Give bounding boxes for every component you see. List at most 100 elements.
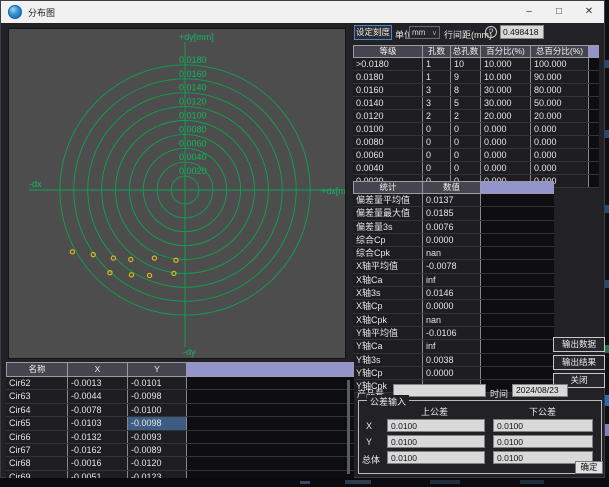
cell[interactable]: -0.0162 — [68, 444, 128, 456]
cell[interactable]: Cir62 — [6, 377, 68, 389]
cell[interactable]: 0.0140 — [353, 97, 423, 109]
table-row[interactable]: 0.0080000.0000.000 — [353, 136, 599, 149]
cell[interactable]: 0 — [423, 136, 451, 148]
table-row[interactable]: 0.01801910.00090.000 — [353, 71, 599, 84]
cell[interactable]: -0.0013 — [68, 377, 128, 389]
tolerance-y-lower-input[interactable] — [493, 435, 593, 448]
table-row[interactable]: Cir64-0.0078-0.0100 — [6, 404, 354, 417]
table-row[interactable]: Y轴Cp0.0000 — [353, 367, 554, 380]
cell[interactable]: 0.0000 — [423, 234, 481, 246]
cell[interactable]: 0.000 — [531, 123, 589, 135]
cell[interactable]: 0.000 — [531, 149, 589, 161]
cell[interactable]: X轴Ca — [353, 274, 423, 286]
cell[interactable]: 0 — [451, 123, 481, 135]
cell[interactable]: 0.000 — [481, 136, 531, 148]
table-row[interactable]: 0.01403530.00050.000 — [353, 97, 599, 110]
cell[interactable]: 10.000 — [481, 71, 531, 83]
table-row[interactable]: Cir67-0.0162-0.0089 — [6, 444, 354, 457]
table-row[interactable]: 偏差量3s0.0076 — [353, 221, 554, 234]
cell[interactable]: 0.0100 — [353, 123, 423, 135]
cell[interactable]: -0.0132 — [68, 431, 128, 443]
cell[interactable]: Cir68 — [6, 457, 68, 469]
cell[interactable]: 0 — [451, 149, 481, 161]
table-row[interactable]: 偏差量最大值0.0185 — [353, 207, 554, 220]
cell[interactable]: -0.0078 — [423, 260, 481, 272]
cell[interactable]: 0.0040 — [353, 162, 423, 174]
set-scale-button[interactable]: 设定刻度 — [354, 25, 392, 40]
confirm-button[interactable]: 确定 — [575, 461, 603, 474]
table-row[interactable]: 偏差量平均值0.0137 — [353, 194, 554, 207]
cell[interactable]: 0.0137 — [423, 194, 481, 206]
cell[interactable]: -0.0123 — [128, 471, 187, 478]
cell[interactable]: inf — [423, 340, 481, 352]
table-row[interactable]: X轴Cpknan — [353, 314, 554, 327]
cell[interactable]: 0.0146 — [423, 287, 481, 299]
cell[interactable]: Cir67 — [6, 444, 68, 456]
cell[interactable]: X轴Cpk — [353, 314, 423, 326]
cell[interactable]: 90.000 — [531, 71, 589, 83]
table-row[interactable]: Cir65-0.0103-0.0098 — [6, 417, 354, 430]
table-row[interactable]: X轴Cainf — [353, 274, 554, 287]
cell[interactable]: 0 — [423, 123, 451, 135]
cell[interactable]: 综合Cp — [353, 234, 423, 246]
points-table-scrollbar[interactable] — [347, 380, 350, 474]
cell[interactable]: 30.000 — [481, 84, 531, 96]
cell[interactable]: 50.000 — [531, 97, 589, 109]
help-icon[interactable]: ? — [485, 26, 497, 38]
cell[interactable]: 5 — [451, 97, 481, 109]
cell[interactable]: -0.0101 — [128, 377, 187, 389]
table-row[interactable]: >0.018011010.000100.000 — [353, 58, 599, 71]
cell[interactable]: -0.0044 — [68, 390, 128, 402]
cell[interactable]: 0.0180 — [353, 71, 423, 83]
cell[interactable]: Cir63 — [6, 390, 68, 402]
cell[interactable]: 综合Cpk — [353, 247, 423, 259]
cell[interactable]: X轴平均值 — [353, 260, 423, 272]
cell[interactable]: -0.0089 — [128, 444, 187, 456]
cell[interactable]: Cir66 — [6, 431, 68, 443]
cell[interactable]: Y轴3s — [353, 354, 423, 366]
tolerance-y-upper-input[interactable] — [387, 435, 485, 448]
cell[interactable]: 2 — [451, 110, 481, 122]
tolerance-total-upper-input[interactable] — [387, 451, 485, 464]
cell[interactable]: 0.000 — [531, 162, 589, 174]
cell[interactable]: Cir64 — [6, 404, 68, 416]
cell[interactable]: Cir65 — [6, 417, 68, 429]
cell[interactable]: 0.0000 — [423, 300, 481, 312]
cell[interactable]: 80.000 — [531, 84, 589, 96]
table-row[interactable]: Y轴3s0.0038 — [353, 354, 554, 367]
cell[interactable]: 偏差量平均值 — [353, 194, 423, 206]
maximize-button[interactable]: □ — [544, 1, 574, 23]
table-row[interactable]: X轴3s0.0146 — [353, 287, 554, 300]
cell[interactable]: Y轴平均值 — [353, 327, 423, 339]
cell[interactable]: Y轴Cp — [353, 367, 423, 379]
cell[interactable]: 0.000 — [481, 162, 531, 174]
cell[interactable]: 0.0120 — [353, 110, 423, 122]
table-row[interactable]: 综合Cpknan — [353, 247, 554, 260]
cell[interactable]: 0 — [451, 162, 481, 174]
cell[interactable]: -0.0100 — [128, 404, 187, 416]
cell[interactable]: 3 — [423, 84, 451, 96]
table-row[interactable]: 0.01202220.00020.000 — [353, 110, 599, 123]
unit-select[interactable]: mm ∨ — [409, 26, 440, 39]
cell[interactable]: 0.0060 — [353, 149, 423, 161]
cell[interactable]: -0.0016 — [68, 457, 128, 469]
cell[interactable]: nan — [423, 314, 481, 326]
table-row[interactable]: Cir63-0.0044-0.0098 — [6, 390, 354, 403]
cell[interactable]: 10.000 — [481, 58, 531, 70]
cell[interactable]: Cir69 — [6, 471, 68, 478]
cell[interactable]: -0.0106 — [423, 327, 481, 339]
cell[interactable]: 100.000 — [531, 58, 589, 70]
table-row[interactable]: X轴平均值-0.0078 — [353, 260, 554, 273]
cell[interactable]: 0.0038 — [423, 354, 481, 366]
minimize-button[interactable]: – — [514, 1, 544, 23]
export-result-button[interactable]: 输出结果 — [553, 355, 605, 370]
table-row[interactable]: Cir68-0.0016-0.0120 — [6, 457, 354, 470]
table-row[interactable]: 0.0060000.0000.000 — [353, 149, 599, 162]
cell[interactable]: 0.0185 — [423, 207, 481, 219]
cell[interactable]: nan — [423, 247, 481, 259]
cell[interactable]: 10 — [451, 58, 481, 70]
cell[interactable]: 30.000 — [481, 97, 531, 109]
cell[interactable]: 0 — [423, 149, 451, 161]
cell[interactable]: -0.0093 — [128, 431, 187, 443]
cell[interactable]: 0 — [451, 136, 481, 148]
